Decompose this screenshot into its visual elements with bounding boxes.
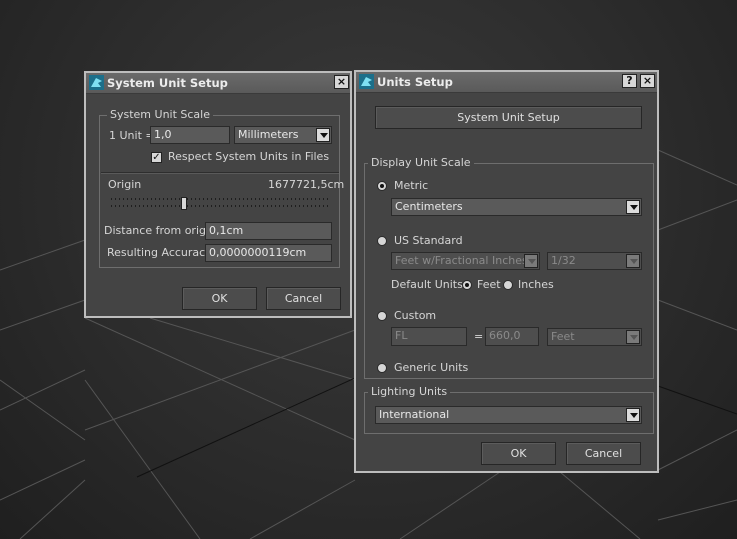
- chevron-down-icon: [316, 128, 330, 142]
- app-logo-icon: [89, 75, 104, 90]
- generic-units-label: Generic Units: [394, 361, 469, 374]
- distance-field[interactable]: 0,1cm: [205, 222, 332, 240]
- ok-button[interactable]: OK: [481, 442, 556, 465]
- origin-slider[interactable]: [111, 195, 331, 211]
- custom-value-field[interactable]: 660,0: [485, 327, 539, 346]
- custom-unit-select[interactable]: Feet: [547, 328, 642, 346]
- metric-unit-select[interactable]: Centimeters: [391, 198, 642, 216]
- accuracy-field: 0,0000000119cm: [205, 244, 332, 262]
- cancel-button[interactable]: Cancel: [266, 287, 341, 310]
- equals-sign: =: [474, 330, 484, 343]
- cancel-button[interactable]: Cancel: [566, 442, 641, 465]
- system-unit-setup-dialog: System Unit Setup × System Unit Scale 1 …: [84, 71, 352, 318]
- display-unit-scale-group: [364, 163, 654, 379]
- chevron-down-icon: [626, 254, 640, 268]
- lighting-units-select[interactable]: International: [375, 406, 642, 424]
- close-icon[interactable]: ×: [640, 74, 655, 88]
- us-standard-radio[interactable]: [377, 236, 387, 246]
- inches-radio[interactable]: [503, 280, 513, 290]
- custom-radio[interactable]: [377, 311, 387, 321]
- us-unit-value: Feet w/Fractional Inches: [395, 254, 528, 267]
- ok-button[interactable]: OK: [182, 287, 257, 310]
- chevron-down-icon: [524, 254, 538, 268]
- chevron-down-icon: [626, 200, 640, 214]
- fraction-value: 1/32: [551, 254, 576, 267]
- metric-unit-value: Centimeters: [395, 200, 463, 213]
- us-unit-select[interactable]: Feet w/Fractional Inches: [391, 252, 540, 270]
- system-unit-setup-button[interactable]: System Unit Setup: [375, 106, 642, 129]
- default-units-label: Default Units:: [391, 278, 467, 291]
- metric-radio[interactable]: [377, 181, 387, 191]
- custom-unit-value: Feet: [551, 330, 575, 343]
- help-icon[interactable]: ?: [622, 74, 637, 88]
- lighting-units-label: Lighting Units: [368, 385, 451, 398]
- custom-label: Custom: [394, 309, 437, 322]
- origin-value: 1677721,5cm: [268, 178, 345, 191]
- dialog-title: Units Setup: [377, 75, 453, 89]
- unit-type-select[interactable]: Millimeters: [234, 126, 332, 144]
- feet-radio[interactable]: [462, 280, 472, 290]
- metric-label: Metric: [394, 179, 429, 192]
- units-setup-titlebar[interactable]: Units Setup ? ×: [356, 72, 657, 93]
- units-setup-dialog: Units Setup ? × System Unit Setup Displa…: [354, 70, 659, 473]
- app-logo-icon: [359, 74, 374, 89]
- system-unit-scale-label: System Unit Scale: [107, 108, 213, 121]
- us-standard-label: US Standard: [394, 234, 463, 247]
- distance-label: Distance from origin:: [104, 224, 220, 237]
- lighting-units-value: International: [379, 408, 450, 421]
- fraction-select[interactable]: 1/32: [547, 252, 642, 270]
- display-unit-scale-label: Display Unit Scale: [368, 156, 474, 169]
- accuracy-label: Resulting Accuracy:: [107, 246, 215, 259]
- close-icon[interactable]: ×: [334, 75, 349, 89]
- feet-label: Feet: [477, 278, 501, 291]
- unit-label: 1 Unit =: [109, 129, 155, 142]
- custom-name-field[interactable]: FL: [391, 327, 467, 346]
- respect-units-checkbox[interactable]: ✓: [151, 152, 162, 163]
- dialog-title: System Unit Setup: [107, 76, 228, 90]
- divider: [101, 172, 339, 174]
- origin-slider-handle[interactable]: [181, 197, 187, 210]
- respect-units-label: Respect System Units in Files: [168, 150, 330, 163]
- unit-type-value: Millimeters: [238, 128, 299, 141]
- chevron-down-icon: [626, 330, 640, 344]
- generic-units-radio[interactable]: [377, 363, 387, 373]
- system-unit-setup-titlebar[interactable]: System Unit Setup ×: [86, 73, 350, 94]
- inches-label: Inches: [518, 278, 554, 291]
- unit-value-field[interactable]: 1,0: [150, 126, 230, 144]
- chevron-down-icon: [626, 408, 640, 422]
- origin-label: Origin: [108, 178, 142, 191]
